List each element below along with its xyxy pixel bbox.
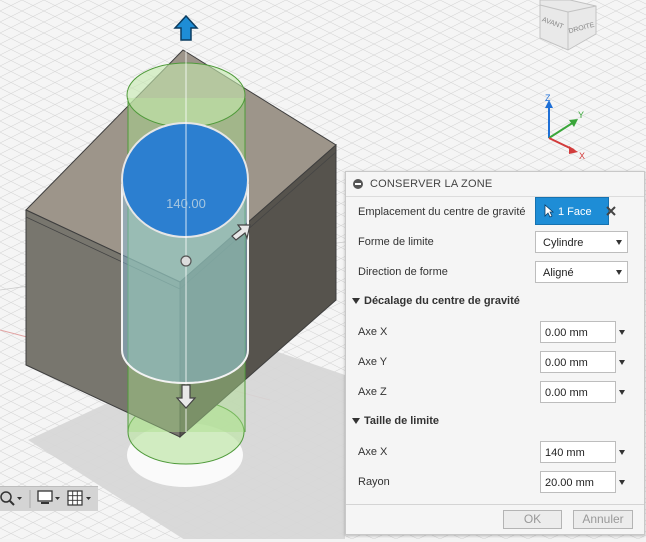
offset-y-label: Axe Y xyxy=(358,356,388,368)
select-face-button[interactable]: 1 Face xyxy=(535,197,609,225)
clear-selection-icon[interactable] xyxy=(605,205,617,217)
dimension-label: 140.00 xyxy=(166,196,206,211)
panel-footer: OK Annuler xyxy=(346,504,644,535)
radius-label: Rayon xyxy=(358,476,390,488)
offset-y-dropdown-icon[interactable] xyxy=(619,360,625,365)
radius-input[interactable]: 20.00 mm xyxy=(540,471,616,493)
select-face-label: 1 Face xyxy=(558,206,592,218)
shape-direction-select[interactable]: Aligné xyxy=(535,261,628,283)
offset-x-input[interactable]: 0.00 mm xyxy=(540,321,616,343)
bottom-toolbar xyxy=(0,486,98,511)
offset-x-dropdown-icon[interactable] xyxy=(619,330,625,335)
radius-dropdown-icon[interactable] xyxy=(619,480,625,485)
keep-zone-panel: CONSERVER LA ZONE Emplacement du centre … xyxy=(345,171,645,535)
chevron-down-icon xyxy=(616,240,622,245)
radius-value: 20.00 mm xyxy=(545,477,594,489)
shape-direction-value: Aligné xyxy=(543,267,574,279)
boundary-shape-select[interactable]: Cylindre xyxy=(535,231,628,253)
axis-x-label: X xyxy=(579,151,585,161)
centroid-location-label: Emplacement du centre de gravité xyxy=(358,206,526,218)
display-settings-icon[interactable] xyxy=(37,490,60,504)
collapse-icon[interactable] xyxy=(353,179,363,189)
offset-x-label: Axe X xyxy=(358,326,388,338)
size-x-input[interactable]: 140 mm xyxy=(540,441,616,463)
panel-header: CONSERVER LA ZONE xyxy=(346,172,644,197)
size-x-value: 140 mm xyxy=(545,447,585,459)
size-x-label: Axe X xyxy=(358,446,388,458)
offset-y-input[interactable]: 0.00 mm xyxy=(540,351,616,373)
boundary-shape-value: Cylindre xyxy=(543,237,584,249)
cancel-button[interactable]: Annuler xyxy=(573,510,633,529)
centroid-offset-section[interactable]: Décalage du centre de gravité xyxy=(346,287,644,317)
offset-z-dropdown-icon[interactable] xyxy=(619,390,625,395)
offset-x-value: 0.00 mm xyxy=(545,327,588,339)
offset-y-value: 0.00 mm xyxy=(545,357,588,369)
keep-zone-cylinder[interactable] xyxy=(121,50,249,432)
panel-title: CONSERVER LA ZONE xyxy=(370,178,493,190)
ok-button[interactable]: OK xyxy=(503,510,562,529)
boundary-shape-label: Forme de limite xyxy=(358,236,434,248)
boundary-size-title: Taille de limite xyxy=(364,415,439,427)
boundary-size-section[interactable]: Taille de limite xyxy=(346,407,644,437)
center-handle[interactable] xyxy=(180,255,192,267)
cursor-arrow-icon xyxy=(544,204,555,221)
shape-direction-label: Direction de forme xyxy=(358,266,448,278)
axis-z-label: Z xyxy=(545,93,551,103)
offset-z-input[interactable]: 0.00 mm xyxy=(540,381,616,403)
chevron-down-icon xyxy=(616,270,622,275)
axis-y-label: Y xyxy=(578,110,584,120)
collapse-triangle-icon xyxy=(352,418,360,424)
size-x-dropdown-icon[interactable] xyxy=(619,450,625,455)
offset-z-value: 0.00 mm xyxy=(545,387,588,399)
zoom-icon[interactable] xyxy=(0,491,22,506)
centroid-offset-title: Décalage du centre de gravité xyxy=(364,295,520,307)
collapse-triangle-icon xyxy=(352,298,360,304)
grid-settings-icon[interactable] xyxy=(67,490,91,506)
offset-z-label: Axe Z xyxy=(358,386,387,398)
